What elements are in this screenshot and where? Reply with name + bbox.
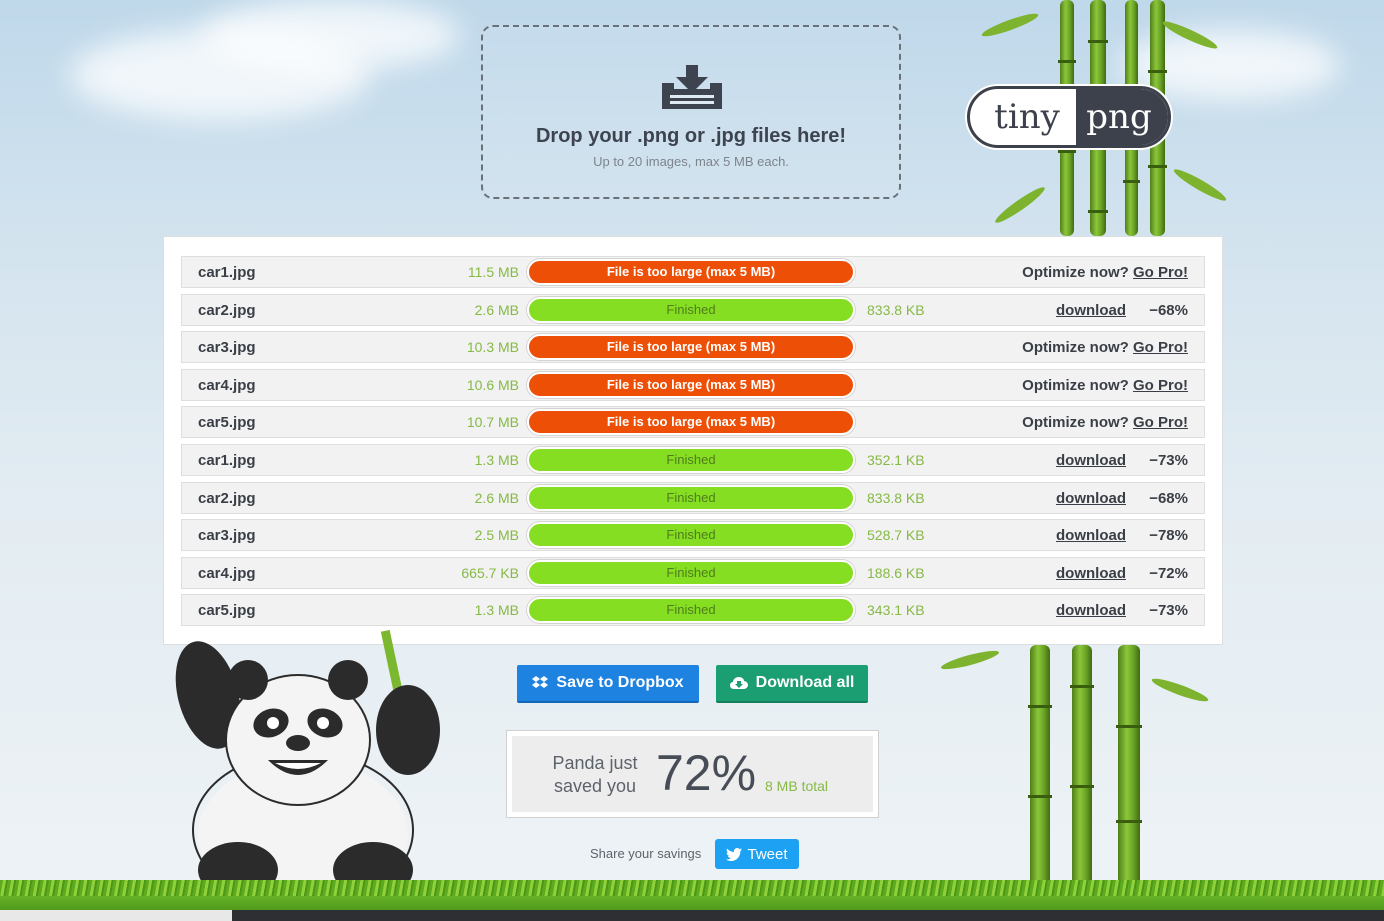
file-original-size: 11.5 MB (467, 264, 519, 280)
file-compressed-size: 528.7 KB (867, 527, 925, 543)
taskbar (232, 910, 1384, 921)
file-name: car3.jpg (198, 527, 256, 544)
tinypng-logo[interactable]: tiny png (967, 86, 1171, 148)
file-name: car1.jpg (198, 264, 256, 281)
file-row: car2.jpg 2.6 MB Finished 833.8 KB download −6… (181, 294, 1205, 326)
optimize-promo: Optimize now? Go Pro! (1022, 264, 1188, 281)
size-reduction-percent: −73% (1149, 452, 1188, 469)
file-original-size: 10.7 MB (466, 414, 519, 430)
share-savings-label: Share your savings (590, 846, 702, 861)
download-link[interactable]: download (1056, 602, 1126, 619)
cloud (200, 0, 460, 70)
file-original-size: 2.6 MB (474, 302, 519, 318)
file-original-size: 2.6 MB (474, 490, 519, 506)
status-bar-error: File is too large (max 5 MB) (527, 334, 855, 360)
file-name: car1.jpg (198, 452, 256, 469)
go-pro-link[interactable]: Go Pro! (1133, 377, 1188, 394)
status-bar-error: File is too large (max 5 MB) (527, 409, 855, 435)
file-row: car4.jpg 665.7 KB Finished 188.6 KB download… (181, 557, 1205, 589)
status-bar-error: File is too large (max 5 MB) (527, 259, 855, 285)
dropzone-subtitle: Up to 20 images, max 5 MB each. (593, 154, 789, 169)
optimize-promo: Optimize now? Go Pro! (1022, 377, 1188, 394)
savings-label: Panda just saved you (552, 753, 638, 796)
status-bar-finished: Finished (527, 297, 855, 323)
status-bar-finished: Finished (527, 447, 855, 473)
download-link[interactable]: download (1056, 452, 1126, 469)
file-row: car5.jpg 10.7 MB File is too large (max 5 … (181, 406, 1205, 438)
bamboo-illustration-bottom (939, 645, 1210, 895)
tweet-button[interactable]: Tweet (715, 839, 799, 869)
file-row: car3.jpg 2.5 MB Finished 528.7 KB download −7… (181, 519, 1205, 551)
status-bar-finished: Finished (527, 522, 855, 548)
optimize-promo: Optimize now? Go Pro! (1022, 339, 1188, 356)
upload-dropzone[interactable]: Drop your .png or .jpg files here! Up to… (481, 25, 901, 199)
file-original-size: 10.6 MB (466, 377, 519, 393)
file-compressed-size: 833.8 KB (867, 302, 925, 318)
dropbox-icon (532, 676, 549, 688)
logo-text-png: png (1076, 89, 1168, 145)
file-name: car5.jpg (198, 414, 256, 431)
download-all-label: Download all (755, 674, 855, 691)
file-row: car4.jpg 10.6 MB File is too large (max 5 … (181, 369, 1205, 401)
results-panel: car1.jpg 11.5 MB File is too large (max 5 … (163, 236, 1223, 645)
optimize-promo-text: Optimize now? (1022, 414, 1129, 431)
logo-text-tiny: tiny (994, 97, 1060, 137)
savings-summary-box: Panda just saved you 72% 8 MB total (506, 730, 879, 818)
download-link[interactable]: download (1056, 302, 1126, 319)
status-bar-error: File is too large (max 5 MB) (527, 372, 855, 398)
taskbar-strip (0, 910, 232, 921)
download-link[interactable]: download (1056, 490, 1126, 507)
file-original-size: 2.5 MB (474, 527, 519, 543)
twitter-bird-icon (726, 847, 743, 861)
size-reduction-percent: −68% (1149, 302, 1188, 319)
panda-mascot-illustration (175, 629, 440, 910)
go-pro-link[interactable]: Go Pro! (1133, 264, 1188, 281)
file-row: car5.jpg 1.3 MB Finished 343.1 KB download −7… (181, 594, 1205, 626)
save-to-dropbox-button[interactable]: Save to Dropbox (517, 665, 699, 703)
file-original-size: 1.3 MB (474, 602, 519, 618)
file-row: car1.jpg 1.3 MB Finished 352.1 KB download −7… (181, 444, 1205, 476)
download-link[interactable]: download (1056, 565, 1126, 582)
file-name: car5.jpg (198, 602, 256, 619)
dropzone-title: Drop your .png or .jpg files here! (535, 125, 847, 147)
file-compressed-size: 188.6 KB (867, 565, 925, 581)
status-bar-finished: Finished (527, 485, 855, 511)
file-compressed-size: 343.1 KB (867, 602, 925, 618)
size-reduction-percent: −73% (1149, 602, 1188, 619)
savings-total: 8 MB total (765, 778, 829, 794)
file-name: car4.jpg (198, 565, 256, 582)
savings-percent: 72% (656, 745, 757, 801)
file-row: car1.jpg 11.5 MB File is too large (max 5 … (181, 256, 1205, 288)
size-reduction-percent: −78% (1149, 527, 1188, 544)
file-original-size: 10.3 MB (466, 339, 519, 355)
save-to-dropbox-label: Save to Dropbox (556, 674, 684, 691)
status-bar-finished: Finished (527, 597, 855, 623)
ground-decoration (0, 896, 1384, 910)
file-compressed-size: 833.8 KB (867, 490, 925, 506)
optimize-promo: Optimize now? Go Pro! (1022, 414, 1188, 431)
file-name: car2.jpg (198, 302, 256, 319)
optimize-promo-text: Optimize now? (1022, 339, 1129, 356)
file-original-size: 1.3 MB (474, 452, 519, 468)
tweet-label: Tweet (747, 845, 788, 863)
file-name: car4.jpg (198, 377, 256, 394)
file-row: car3.jpg 10.3 MB File is too large (max 5 … (181, 331, 1205, 363)
go-pro-link[interactable]: Go Pro! (1133, 414, 1188, 431)
download-tray-icon (662, 65, 722, 109)
download-link[interactable]: download (1056, 527, 1126, 544)
download-all-button[interactable]: Download all (716, 665, 868, 703)
file-row: car2.jpg 2.6 MB Finished 833.8 KB download −6… (181, 482, 1205, 514)
size-reduction-percent: −68% (1149, 490, 1188, 507)
file-name: car2.jpg (198, 490, 256, 507)
file-original-size: 665.7 KB (461, 565, 519, 581)
size-reduction-percent: −72% (1149, 565, 1188, 582)
go-pro-link[interactable]: Go Pro! (1133, 339, 1188, 356)
optimize-promo-text: Optimize now? (1022, 264, 1129, 281)
cloud-download-icon (729, 677, 748, 689)
optimize-promo-text: Optimize now? (1022, 377, 1129, 394)
file-name: car3.jpg (198, 339, 256, 356)
file-compressed-size: 352.1 KB (867, 452, 925, 468)
status-bar-finished: Finished (527, 560, 855, 586)
